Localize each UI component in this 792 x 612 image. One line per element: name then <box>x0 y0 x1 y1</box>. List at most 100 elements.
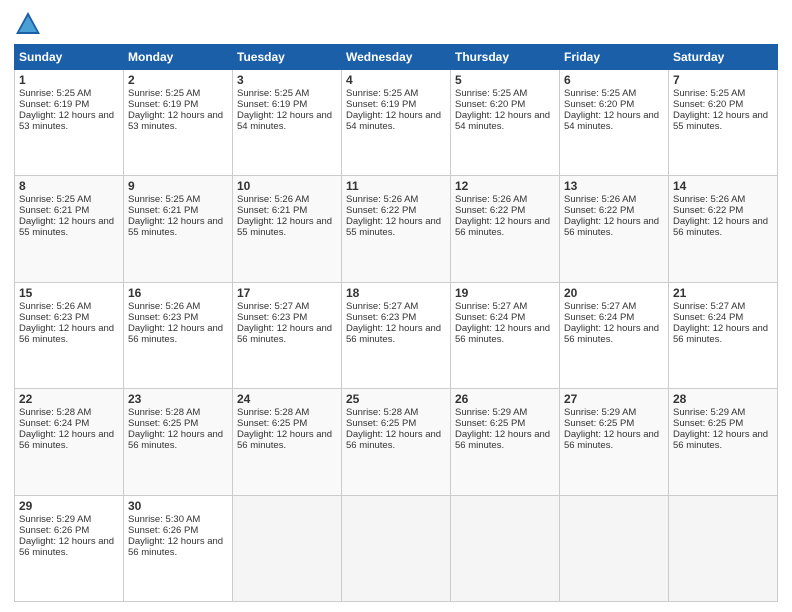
day-number: 3 <box>237 73 337 87</box>
sunset-text: Sunset: 6:22 PM <box>564 205 634 216</box>
table-row: 29Sunrise: 5:29 AMSunset: 6:26 PMDayligh… <box>15 495 124 601</box>
daylight-label: Daylight: 12 hours and 56 minutes. <box>673 323 768 345</box>
table-row: 27Sunrise: 5:29 AMSunset: 6:25 PMDayligh… <box>560 389 669 495</box>
table-row: 10Sunrise: 5:26 AMSunset: 6:21 PMDayligh… <box>233 176 342 282</box>
daylight-label: Daylight: 12 hours and 56 minutes. <box>673 429 768 451</box>
daylight-label: Daylight: 12 hours and 56 minutes. <box>19 536 114 558</box>
table-row <box>342 495 451 601</box>
day-number: 13 <box>564 179 664 193</box>
table-row: 24Sunrise: 5:28 AMSunset: 6:25 PMDayligh… <box>233 389 342 495</box>
sunset-text: Sunset: 6:25 PM <box>564 418 634 429</box>
table-row: 7Sunrise: 5:25 AMSunset: 6:20 PMDaylight… <box>669 70 778 176</box>
sunset-text: Sunset: 6:25 PM <box>128 418 198 429</box>
daylight-label: Daylight: 12 hours and 54 minutes. <box>237 110 332 132</box>
daylight-label: Daylight: 12 hours and 55 minutes. <box>128 216 223 238</box>
day-number: 26 <box>455 392 555 406</box>
table-row: 23Sunrise: 5:28 AMSunset: 6:25 PMDayligh… <box>124 389 233 495</box>
header <box>14 10 778 38</box>
sunset-text: Sunset: 6:25 PM <box>673 418 743 429</box>
day-number: 5 <box>455 73 555 87</box>
daylight-label: Daylight: 12 hours and 56 minutes. <box>128 429 223 451</box>
daylight-label: Daylight: 12 hours and 56 minutes. <box>237 429 332 451</box>
col-header-friday: Friday <box>560 45 669 70</box>
sunset-text: Sunset: 6:19 PM <box>19 99 89 110</box>
daylight-label: Daylight: 12 hours and 56 minutes. <box>673 216 768 238</box>
col-header-wednesday: Wednesday <box>342 45 451 70</box>
table-row: 11Sunrise: 5:26 AMSunset: 6:22 PMDayligh… <box>342 176 451 282</box>
sunrise-text: Sunrise: 5:25 AM <box>237 88 309 99</box>
daylight-label: Daylight: 12 hours and 56 minutes. <box>564 323 659 345</box>
sunset-text: Sunset: 6:19 PM <box>128 99 198 110</box>
table-row <box>233 495 342 601</box>
day-number: 20 <box>564 286 664 300</box>
day-number: 14 <box>673 179 773 193</box>
table-row: 2Sunrise: 5:25 AMSunset: 6:19 PMDaylight… <box>124 70 233 176</box>
table-row: 21Sunrise: 5:27 AMSunset: 6:24 PMDayligh… <box>669 282 778 388</box>
day-number: 28 <box>673 392 773 406</box>
sunrise-text: Sunrise: 5:26 AM <box>128 301 200 312</box>
table-row: 25Sunrise: 5:28 AMSunset: 6:25 PMDayligh… <box>342 389 451 495</box>
table-row <box>560 495 669 601</box>
sunrise-text: Sunrise: 5:27 AM <box>346 301 418 312</box>
daylight-label: Daylight: 12 hours and 54 minutes. <box>346 110 441 132</box>
day-number: 16 <box>128 286 228 300</box>
daylight-label: Daylight: 12 hours and 54 minutes. <box>455 110 550 132</box>
table-row: 17Sunrise: 5:27 AMSunset: 6:23 PMDayligh… <box>233 282 342 388</box>
sunrise-text: Sunrise: 5:26 AM <box>19 301 91 312</box>
sunrise-text: Sunrise: 5:29 AM <box>673 407 745 418</box>
sunrise-text: Sunrise: 5:28 AM <box>346 407 418 418</box>
table-row: 16Sunrise: 5:26 AMSunset: 6:23 PMDayligh… <box>124 282 233 388</box>
table-row: 6Sunrise: 5:25 AMSunset: 6:20 PMDaylight… <box>560 70 669 176</box>
calendar-table: SundayMondayTuesdayWednesdayThursdayFrid… <box>14 44 778 602</box>
table-row <box>669 495 778 601</box>
sunrise-text: Sunrise: 5:29 AM <box>19 514 91 525</box>
day-number: 22 <box>19 392 119 406</box>
sunset-text: Sunset: 6:20 PM <box>673 99 743 110</box>
day-number: 2 <box>128 73 228 87</box>
day-number: 18 <box>346 286 446 300</box>
sunset-text: Sunset: 6:23 PM <box>19 312 89 323</box>
table-row: 22Sunrise: 5:28 AMSunset: 6:24 PMDayligh… <box>15 389 124 495</box>
table-row: 15Sunrise: 5:26 AMSunset: 6:23 PMDayligh… <box>15 282 124 388</box>
page: SundayMondayTuesdayWednesdayThursdayFrid… <box>0 0 792 612</box>
sunset-text: Sunset: 6:21 PM <box>128 205 198 216</box>
sunrise-text: Sunrise: 5:26 AM <box>564 194 636 205</box>
daylight-label: Daylight: 12 hours and 56 minutes. <box>237 323 332 345</box>
sunrise-text: Sunrise: 5:26 AM <box>237 194 309 205</box>
day-number: 9 <box>128 179 228 193</box>
table-row: 3Sunrise: 5:25 AMSunset: 6:19 PMDaylight… <box>233 70 342 176</box>
sunset-text: Sunset: 6:25 PM <box>237 418 307 429</box>
day-number: 10 <box>237 179 337 193</box>
day-number: 15 <box>19 286 119 300</box>
daylight-label: Daylight: 12 hours and 56 minutes. <box>128 536 223 558</box>
sunset-text: Sunset: 6:21 PM <box>237 205 307 216</box>
col-header-tuesday: Tuesday <box>233 45 342 70</box>
table-row: 4Sunrise: 5:25 AMSunset: 6:19 PMDaylight… <box>342 70 451 176</box>
table-row: 9Sunrise: 5:25 AMSunset: 6:21 PMDaylight… <box>124 176 233 282</box>
sunset-text: Sunset: 6:20 PM <box>455 99 525 110</box>
day-number: 17 <box>237 286 337 300</box>
day-number: 21 <box>673 286 773 300</box>
sunset-text: Sunset: 6:26 PM <box>128 525 198 536</box>
sunset-text: Sunset: 6:22 PM <box>455 205 525 216</box>
sunrise-text: Sunrise: 5:26 AM <box>673 194 745 205</box>
sunrise-text: Sunrise: 5:25 AM <box>19 88 91 99</box>
daylight-label: Daylight: 12 hours and 56 minutes. <box>455 216 550 238</box>
sunset-text: Sunset: 6:24 PM <box>564 312 634 323</box>
sunset-text: Sunset: 6:24 PM <box>673 312 743 323</box>
sunrise-text: Sunrise: 5:25 AM <box>128 194 200 205</box>
sunset-text: Sunset: 6:24 PM <box>455 312 525 323</box>
daylight-label: Daylight: 12 hours and 56 minutes. <box>455 429 550 451</box>
sunset-text: Sunset: 6:19 PM <box>346 99 416 110</box>
day-number: 25 <box>346 392 446 406</box>
col-header-monday: Monday <box>124 45 233 70</box>
sunset-text: Sunset: 6:25 PM <box>346 418 416 429</box>
table-row: 12Sunrise: 5:26 AMSunset: 6:22 PMDayligh… <box>451 176 560 282</box>
sunrise-text: Sunrise: 5:26 AM <box>455 194 527 205</box>
table-row: 1Sunrise: 5:25 AMSunset: 6:19 PMDaylight… <box>15 70 124 176</box>
daylight-label: Daylight: 12 hours and 55 minutes. <box>237 216 332 238</box>
sunset-text: Sunset: 6:25 PM <box>455 418 525 429</box>
table-row: 30Sunrise: 5:30 AMSunset: 6:26 PMDayligh… <box>124 495 233 601</box>
sunrise-text: Sunrise: 5:26 AM <box>346 194 418 205</box>
day-number: 7 <box>673 73 773 87</box>
